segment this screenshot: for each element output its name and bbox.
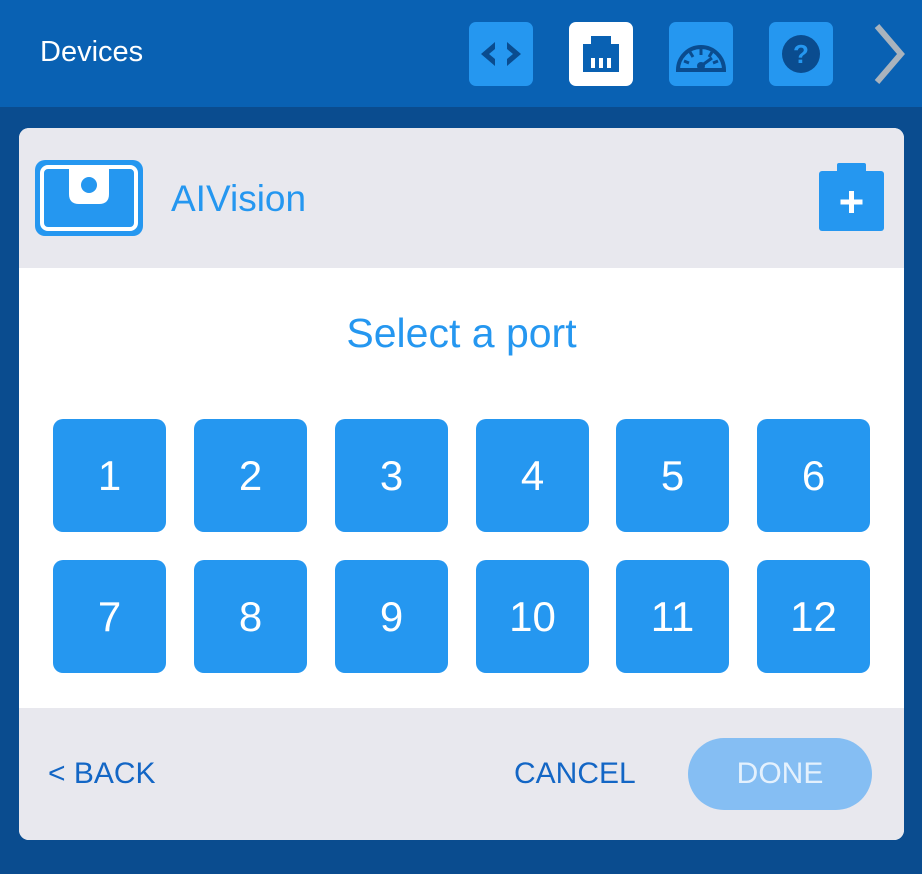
port-button-1[interactable]: 1 (53, 419, 166, 532)
device-name: AIVision (171, 178, 307, 219)
port-button-10[interactable]: 10 (476, 560, 589, 673)
port-button-11[interactable]: 11 (616, 560, 729, 673)
dashboard-icon (675, 45, 727, 72)
port-button-12[interactable]: 12 (757, 560, 870, 673)
dashboard-button[interactable] (669, 22, 733, 86)
port-button-6[interactable]: 6 (757, 419, 870, 532)
port-button-7[interactable]: 7 (53, 560, 166, 673)
help-icon: ? (782, 35, 820, 73)
ports-button[interactable] (569, 22, 633, 86)
port-button-3[interactable]: 3 (335, 419, 448, 532)
panel-footer: < BACK CANCEL DONE (19, 708, 904, 840)
add-device-button[interactable] (819, 163, 884, 231)
device-panel: AIVision Select a port 1 2 3 4 5 6 7 8 9… (19, 128, 904, 840)
next-arrow-button[interactable] (862, 22, 912, 86)
port-button-2[interactable]: 2 (194, 419, 307, 532)
svg-text:?: ? (793, 39, 809, 69)
ai-vision-icon (35, 160, 143, 236)
back-button[interactable]: < BACK (48, 754, 156, 794)
help-button[interactable]: ? (769, 22, 833, 86)
select-port-prompt: Select a port (346, 310, 577, 356)
port-button-5[interactable]: 5 (616, 419, 729, 532)
top-bar: Devices ? (0, 0, 922, 107)
port-button-9[interactable]: 9 (335, 560, 448, 673)
code-button[interactable] (469, 22, 533, 86)
ports-icon (583, 36, 619, 72)
done-button[interactable]: DONE (688, 738, 872, 810)
cancel-button[interactable]: CANCEL (514, 754, 636, 794)
chevron-right-icon (874, 24, 905, 84)
code-icon (481, 42, 521, 66)
page-title: Devices (40, 36, 144, 68)
panel-header: AIVision (19, 128, 904, 268)
port-button-4[interactable]: 4 (476, 419, 589, 532)
port-button-8[interactable]: 8 (194, 560, 307, 673)
